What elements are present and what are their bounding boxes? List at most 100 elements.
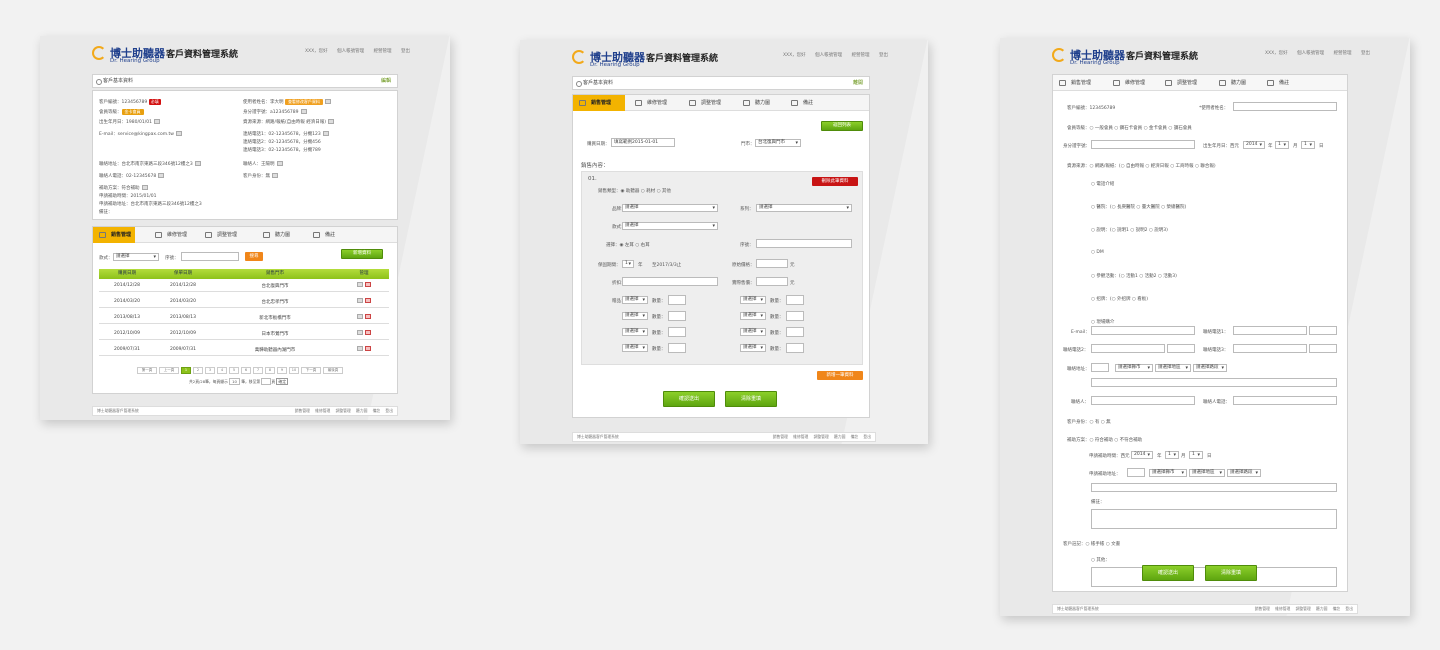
user-name-input[interactable]: [1233, 102, 1337, 111]
page-3[interactable]: 3: [205, 367, 215, 374]
buy-date-link[interactable]: 2012/10/09: [99, 331, 155, 336]
footer-link-sales[interactable]: 銷售管理: [295, 408, 310, 413]
edit-icon[interactable]: [357, 346, 363, 351]
add-item-button[interactable]: 新增一筆資料: [817, 371, 863, 380]
zip-input[interactable]: [1091, 363, 1109, 372]
footer-link-adjust[interactable]: 調整管理: [336, 408, 351, 413]
actual-price-input[interactable]: [756, 277, 788, 286]
page-1[interactable]: 1: [181, 367, 191, 374]
footer-link-repair[interactable]: 維修管理: [793, 434, 808, 439]
logout-link[interactable]: 登出: [1361, 51, 1370, 56]
last-page[interactable]: 最後頁: [323, 367, 343, 374]
tab-note[interactable]: 備註: [785, 95, 825, 111]
clear-button[interactable]: 清除重填: [725, 391, 777, 407]
submit-button[interactable]: 確認送出: [663, 391, 715, 407]
pager-ok-button[interactable]: 確定: [276, 378, 288, 385]
back-to-list-button[interactable]: 返回列表: [821, 121, 863, 131]
model-select[interactable]: 請選擇: [622, 222, 718, 230]
page-8[interactable]: 8: [265, 367, 275, 374]
phone1-input[interactable]: [1233, 326, 1307, 335]
gift-select[interactable]: 請選擇: [622, 344, 648, 352]
account-link[interactable]: 個人帳號管理: [1297, 51, 1324, 56]
account-radios[interactable]: 客戶註記：○ 帳手帳 ○ 文書: [1063, 541, 1120, 547]
page-2[interactable]: 2: [193, 367, 203, 374]
source-radios[interactable]: 資源來源：○ 網路/報紙：(○ 自由時報 ○ 經濟日報 ○ 工商時報 ○ 聯合報…: [1067, 163, 1216, 169]
id-no-input[interactable]: [1091, 140, 1195, 149]
footer-link-repair[interactable]: 維修管理: [1275, 606, 1290, 611]
subsidy-address-input[interactable]: [1091, 483, 1337, 492]
subsidy-city-select[interactable]: 請選擇縣市: [1149, 469, 1187, 477]
edit-icon[interactable]: [153, 119, 160, 124]
footer-link-sales[interactable]: 銷售管理: [1255, 606, 1270, 611]
tab-adjust[interactable]: 調整管理: [199, 227, 247, 243]
tab-adjust[interactable]: 調整管理: [1159, 75, 1207, 91]
edit-icon[interactable]: [141, 185, 148, 190]
gift-select[interactable]: 請選擇: [622, 296, 648, 304]
footer-link-logout[interactable]: 登出: [385, 408, 393, 413]
phone2-ext-input[interactable]: [1167, 344, 1195, 353]
footer-link-note[interactable]: 備註: [1333, 606, 1341, 611]
other-checkbox[interactable]: ○ 其他：: [1091, 557, 1110, 563]
phone3-ext-input[interactable]: [1309, 344, 1337, 353]
serial-input[interactable]: [181, 252, 239, 261]
edit-icon[interactable]: [276, 161, 283, 166]
tab-sales[interactable]: 銷售管理: [573, 95, 625, 111]
edit-icon[interactable]: [357, 282, 363, 287]
buy-date-link[interactable]: 2014/12/28: [99, 283, 155, 288]
tab-repair[interactable]: 維修管理: [629, 95, 675, 111]
phone3-input[interactable]: [1233, 344, 1307, 353]
edit-link[interactable]: 編輯: [381, 75, 391, 87]
pager-count-select[interactable]: 10: [229, 378, 240, 385]
road-select[interactable]: 請選擇路段: [1193, 364, 1227, 372]
tab-repair[interactable]: 維修管理: [149, 227, 195, 243]
qty-input[interactable]: [668, 311, 686, 321]
tab-audiogram[interactable]: 聽力圖: [1213, 75, 1255, 91]
footer-link-adjust[interactable]: 調整管理: [814, 434, 829, 439]
account-link[interactable]: 個人帳號管理: [337, 49, 364, 54]
district-select[interactable]: 請選擇地區: [1155, 364, 1191, 372]
buy-date-link[interactable]: 2014/03/20: [99, 299, 155, 304]
source-option[interactable]: ○ 現場購介: [1091, 319, 1114, 325]
edit-icon[interactable]: [300, 109, 307, 114]
subsidy-year-select[interactable]: 2014: [1131, 451, 1153, 459]
tab-audiogram[interactable]: 聽力圖: [257, 227, 299, 243]
footer-link-repair[interactable]: 維修管理: [315, 408, 330, 413]
edit-icon[interactable]: [357, 298, 363, 303]
tab-note[interactable]: 備註: [1261, 75, 1301, 91]
subsidy-day-select[interactable]: 1: [1189, 451, 1203, 459]
source-option[interactable]: ○ 招牌：(○ 外招牌 ○ 看板): [1091, 296, 1148, 302]
gift-select[interactable]: 請選擇: [622, 328, 648, 336]
model-select[interactable]: 請選擇: [113, 253, 159, 261]
tab-audiogram[interactable]: 聽力圖: [737, 95, 779, 111]
page-9[interactable]: 9: [277, 367, 287, 374]
manage-link[interactable]: 經營管理: [1334, 51, 1352, 56]
ear-radios[interactable]: 選擇：◉ 左耳 ○ 右耳: [606, 242, 650, 248]
gift-select[interactable]: 請選擇: [740, 344, 766, 352]
gift-select[interactable]: 請選擇: [740, 296, 766, 304]
manage-link[interactable]: 經營管理: [374, 49, 392, 54]
serial-input[interactable]: [756, 239, 852, 248]
contact-phone-input[interactable]: [1233, 396, 1337, 405]
birth-year-select[interactable]: 2014: [1243, 141, 1265, 149]
page-6[interactable]: 6: [241, 367, 251, 374]
account-link[interactable]: 個人帳號管理: [815, 53, 842, 58]
subsidy-district-select[interactable]: 請選擇地區: [1189, 469, 1225, 477]
edit-icon[interactable]: [194, 161, 201, 166]
gift-select[interactable]: 請選擇: [740, 328, 766, 336]
brand-select[interactable]: 請選擇: [622, 204, 718, 212]
footer-link-logout[interactable]: 登出: [1345, 606, 1353, 611]
delete-icon[interactable]: [365, 298, 371, 303]
tab-adjust[interactable]: 調整管理: [683, 95, 731, 111]
discount-input[interactable]: [622, 277, 718, 286]
qty-input[interactable]: [668, 327, 686, 337]
source-option[interactable]: ○ 說明：(○ 說明1 ○ 說明2 ○ 說明3): [1091, 227, 1168, 233]
qty-input[interactable]: [786, 343, 804, 353]
edit-icon[interactable]: [272, 173, 278, 178]
store-select[interactable]: 台北復興門市: [755, 139, 801, 147]
address-input[interactable]: [1091, 378, 1337, 387]
subsidy-road-select[interactable]: 請選擇路段: [1227, 469, 1261, 477]
source-option[interactable]: ○ 參觀活動：(○ 活動1 ○ 活動2 ○ 活動3): [1091, 273, 1177, 279]
qty-input[interactable]: [668, 295, 686, 305]
source-option[interactable]: ○ DM: [1091, 250, 1104, 255]
leave-link[interactable]: 離開: [853, 77, 863, 89]
